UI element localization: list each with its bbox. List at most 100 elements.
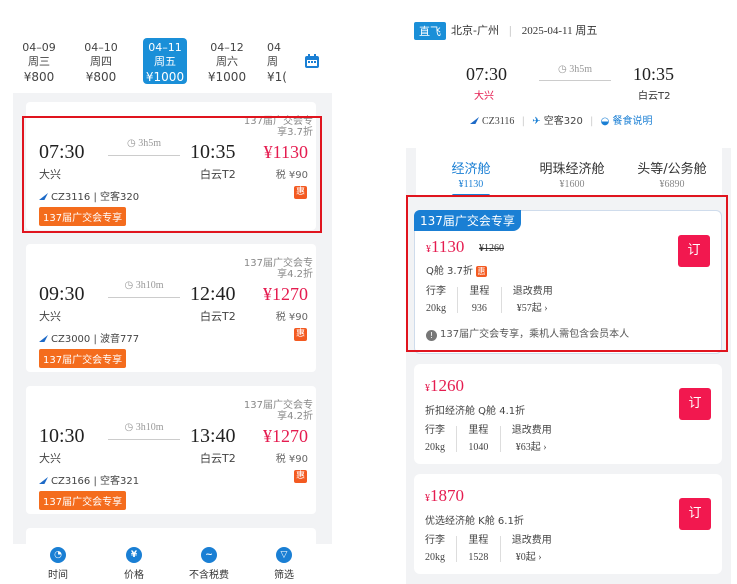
nav-label: 不含税费 xyxy=(189,570,229,581)
route-name: 北京-广州 xyxy=(451,24,499,37)
cabin-class: 优选经济舱 K舱 6.1折 xyxy=(425,516,524,527)
duration: ◷ 3h5m xyxy=(557,64,592,75)
arrival-time: 13:40 xyxy=(190,425,236,447)
departure-airport: 大兴 xyxy=(39,452,61,465)
fare-price-value: 1870 xyxy=(430,486,464,505)
filter-icon: ▽ xyxy=(276,547,292,563)
nav-label: 时间 xyxy=(48,570,68,581)
weekday-label: 周五 xyxy=(154,55,176,68)
departure-time: 07:30 xyxy=(466,64,508,84)
book-button[interactable]: 订 xyxy=(679,498,711,530)
baggage-label: 行李 xyxy=(425,535,445,546)
date-item[interactable]: 04 周 ¥1( xyxy=(267,41,291,84)
flight-card[interactable]: 137届广交会专享4.2折 09:30 ◷ 3h10m 12:40 ¥1270 … xyxy=(26,244,316,372)
fare-card[interactable]: ¥1260 折扣经济舱 Q舱 4.1折 订 行李 20kg 里程 1040 退改费用… xyxy=(414,364,722,464)
date-label: 04–09 xyxy=(22,41,56,54)
highlight-box xyxy=(22,116,322,233)
departure-airport: 大兴 xyxy=(39,310,61,323)
calendar-icon[interactable] xyxy=(304,53,320,69)
flight-price: ¥1270 xyxy=(263,284,308,304)
refund-col[interactable]: 退改费用 ¥63起 › xyxy=(512,422,552,456)
flight-price: ¥1270 xyxy=(263,426,308,446)
yen-icon: ¥ xyxy=(126,547,142,563)
duration: ◷ 3h10m xyxy=(124,422,164,433)
fare-card[interactable]: ¥1870 优选经济舱 K舱 6.1折 订 行李 20kg 里程 1528 退改费用… xyxy=(414,474,722,574)
airline-logo-icon xyxy=(470,117,479,124)
duration-text: 3h5m xyxy=(569,64,592,75)
chevron-right-icon: › xyxy=(543,442,547,453)
tab-price: ¥1130 xyxy=(458,179,484,190)
baggage-col: 行李 20kg xyxy=(425,422,445,456)
nav-tax[interactable]: ~ 不含税费 xyxy=(179,547,239,581)
meal-label: 餐食说明 xyxy=(612,116,653,127)
nav-filter[interactable]: ▽ 筛选 xyxy=(254,547,314,581)
tab-label: 明珠经济舱 xyxy=(539,162,605,177)
refund-col[interactable]: 退改费用 ¥0起 › xyxy=(512,532,552,566)
date-item[interactable]: 04–12 周六 ¥1000 xyxy=(205,41,249,84)
arrival-time: 12:40 xyxy=(190,283,236,305)
flight-info-text: CZ3166 | 空客321 xyxy=(51,476,140,487)
promo-badge: 137届广交会专享 xyxy=(39,491,127,510)
meal-icon: ◒ xyxy=(600,116,610,127)
aircraft-type: 空客320 xyxy=(543,116,583,127)
duration-text: 3h10m xyxy=(135,422,164,433)
nav-label: 价格 xyxy=(124,570,144,581)
date-item-selected[interactable]: 04–11 周五 ¥1000 xyxy=(143,38,187,84)
departure-airport: 大兴 xyxy=(474,91,494,102)
date-item[interactable]: 04–09 周三 ¥800 xyxy=(17,41,61,84)
arrival-airport: 白云T2 xyxy=(200,310,236,323)
bottom-nav: ◔ 时间 ¥ 价格 ~ 不含税费 ▽ 筛选 xyxy=(13,544,332,584)
fare-price-value: 1260 xyxy=(430,376,464,395)
meal-info-link[interactable]: ◒ 餐食说明 xyxy=(601,116,653,127)
duration-line xyxy=(108,297,180,298)
fare-price: ¥1260 xyxy=(425,376,464,395)
arrival-airport: 白云T2 xyxy=(638,91,671,102)
cabin-tabs: 经济舱 ¥1130 明珠经济舱 ¥1600 头等/公务舱 ¥6890 xyxy=(416,148,722,198)
departure-time: 10:30 xyxy=(39,425,85,447)
book-button[interactable]: 订 xyxy=(679,388,711,420)
route-header: 北京-广州 | 2025-04-11 周五 xyxy=(451,24,598,37)
tab-first-business[interactable]: 头等/公务舱 ¥6890 xyxy=(622,158,722,190)
refund-label: 退改费用 xyxy=(511,425,552,436)
promo-badge: 137届广交会专享 xyxy=(39,349,127,368)
nav-label: 筛选 xyxy=(274,570,294,581)
date-label: 04 xyxy=(267,41,281,54)
nav-price[interactable]: ¥ 价格 xyxy=(104,547,164,581)
duration-text: 3h10m xyxy=(135,280,164,291)
weekday-label: 周六 xyxy=(216,55,238,68)
arrival-airport: 白云T2 xyxy=(200,452,236,465)
plane-icon: ✈ xyxy=(532,116,541,127)
tab-label: 头等/公务舱 xyxy=(637,162,707,177)
tab-pearl-economy[interactable]: 明珠经济舱 ¥1600 xyxy=(522,158,622,190)
flight-card[interactable]: 137届广交会专享4.2折 10:30 ◷ 3h10m 13:40 ¥1270 … xyxy=(26,386,316,514)
weekday-label: 周四 xyxy=(90,55,112,68)
flight-info-text: CZ3000 | 波音777 xyxy=(51,334,140,345)
airline-logo-icon xyxy=(39,335,48,342)
tab-label: 经济舱 xyxy=(451,162,491,177)
promo-text: 137届广交会专享4.2折 xyxy=(243,400,313,422)
flight-info-row: CZ3116 | ✈ 空客320 | ◒ 餐食说明 xyxy=(470,112,653,127)
weekday-label: 周三 xyxy=(28,55,50,68)
departure-time: 09:30 xyxy=(39,283,85,305)
tax-text: 税 ¥90 xyxy=(275,312,308,323)
baggage-value: 20kg xyxy=(425,552,445,563)
weekday-label: 周 xyxy=(267,55,278,68)
miles-col: 里程 1528 xyxy=(468,532,488,566)
promo-text: 137届广交会专享4.2折 xyxy=(243,258,313,280)
flight-summary: 直飞 北京-广州 | 2025-04-11 周五 07:30 ◷ 3h5m 10… xyxy=(406,0,731,148)
date-item[interactable]: 04–10 周四 ¥800 xyxy=(79,41,123,84)
baggage-col: 行李 20kg xyxy=(425,532,445,566)
chevron-right-icon: › xyxy=(538,552,542,563)
flight-list-panel: 04–09 周三 ¥800 04–10 周四 ¥800 04–11 周五 ¥10… xyxy=(13,29,332,584)
refund-label: 退改费用 xyxy=(511,535,552,546)
tab-economy[interactable]: 经济舱 ¥1130 xyxy=(421,158,521,190)
date-label: 04–11 xyxy=(148,41,182,54)
baggage-label: 行李 xyxy=(425,425,445,436)
flight-info: CZ3166 | 空客321 xyxy=(39,472,139,487)
flight-date: 2025-04-11 周五 xyxy=(521,25,598,37)
discount-badge-icon: 惠 xyxy=(294,328,307,341)
fare-details: 行李 20kg 里程 1040 退改费用 ¥63起 › xyxy=(425,422,552,456)
miles-label: 里程 xyxy=(468,425,489,436)
nav-time[interactable]: ◔ 时间 xyxy=(28,547,88,581)
fare-details: 行李 20kg 里程 1528 退改费用 ¥0起 › xyxy=(425,532,552,566)
